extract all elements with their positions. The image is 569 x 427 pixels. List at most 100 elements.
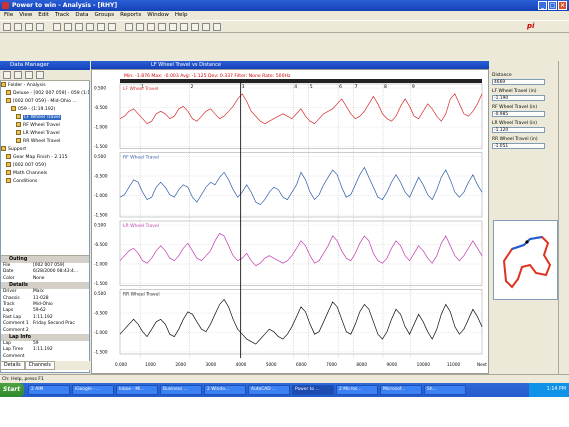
close-button[interactable]: ×	[558, 1, 567, 10]
panel-frame	[119, 289, 483, 355]
panel-frame	[119, 152, 483, 218]
start-button[interactable]: Start	[0, 383, 24, 397]
taskbar-item[interactable]: 2 Windo...	[204, 385, 246, 395]
app-window: Power to win - Analysis - [RHY] _ □ × Fi…	[0, 0, 569, 427]
minimize-button[interactable]: _	[538, 1, 547, 10]
cursor-icon[interactable]	[147, 23, 155, 31]
taskbar-item[interactable]: 2 Micros...	[336, 385, 378, 395]
maximize-button[interactable]: □	[548, 1, 557, 10]
menu-groups[interactable]: Groups	[94, 11, 114, 20]
tree-item[interactable]: [002 007 059] - Mid-Ohio ...	[6, 98, 77, 105]
settings-icon[interactable]	[213, 23, 221, 31]
menu-window[interactable]: Window	[147, 11, 169, 20]
undo-icon[interactable]	[86, 23, 94, 31]
tree-item-label: [002 007 059]	[13, 163, 46, 168]
taskbar-item[interactable]: Business ...	[160, 385, 202, 395]
print-icon[interactable]	[36, 23, 44, 31]
menu-track[interactable]: Track	[55, 11, 69, 20]
segment-label: 2	[191, 84, 194, 90]
zoom-in-icon[interactable]	[97, 23, 105, 31]
tree-item-label: Folder - Analysis	[8, 83, 46, 88]
tree-item[interactable]: Gear Map Finish - 2.115	[6, 154, 68, 161]
taskbar-item[interactable]: Sh...	[424, 385, 466, 395]
tree-item[interactable]: LR Wheel Travel	[16, 130, 60, 137]
tree-item[interactable]: Folder - Analysis	[1, 82, 46, 89]
menu-file[interactable]: File	[4, 11, 13, 20]
tab-channels[interactable]: Channels	[24, 361, 55, 370]
panel-label: LR Wheel Travel	[123, 223, 159, 229]
property-key: Comment	[3, 353, 25, 359]
menu-help[interactable]: Help	[175, 11, 188, 20]
status-bar: Ch: Help, press F1	[0, 374, 569, 383]
cut-icon[interactable]	[53, 23, 61, 31]
menu-edit[interactable]: Edit	[38, 11, 49, 20]
taskbar-item[interactable]: Power to ...	[292, 385, 334, 395]
x-tick-label: 6000	[296, 362, 307, 367]
x-tick-label: 5000	[266, 362, 277, 367]
chart-icon[interactable]	[180, 23, 188, 31]
tree-item[interactable]: Support	[1, 146, 26, 153]
taskbar-item[interactable]: iGoogle - ...	[72, 385, 114, 395]
taskbar-item[interactable]: Microsof...	[380, 385, 422, 395]
panel-label: RF Wheel Travel	[123, 155, 159, 161]
measure-icon[interactable]	[158, 23, 166, 31]
track-map[interactable]	[493, 220, 558, 300]
zoom-fit-icon[interactable]	[125, 23, 133, 31]
tree-item[interactable]: RR Wheel Travel	[16, 138, 60, 145]
tree-item[interactable]: [002 007 059]	[6, 162, 46, 169]
y-tick-label: -1.000	[94, 193, 108, 198]
taskbar-item[interactable]: AutoCAD ...	[248, 385, 290, 395]
x-tick-label: 3000	[206, 362, 217, 367]
overlay-icon[interactable]	[169, 23, 177, 31]
segment-label: 4	[294, 84, 297, 90]
segment-bar	[120, 79, 482, 83]
table-icon[interactable]	[191, 23, 199, 31]
new-icon[interactable]	[3, 23, 11, 31]
taskbar-item[interactable]: 2 AIM	[28, 385, 70, 395]
copy-icon[interactable]	[25, 71, 33, 79]
copy-icon[interactable]	[64, 23, 72, 31]
tree-item[interactable]: Deluxe - [002 007 059] - 059 (1:19.9...	[6, 90, 89, 97]
tree-item[interactable]: Conditions	[6, 178, 37, 185]
menu-reports[interactable]: Reports	[120, 11, 141, 20]
folder-icon	[6, 98, 11, 103]
readout-value: -0.985	[492, 111, 545, 117]
vertical-scrollbar[interactable]	[558, 61, 569, 374]
pan-icon[interactable]	[136, 23, 144, 31]
readout-label: Distance	[492, 73, 512, 78]
tree-item[interactable]: Math Channels	[6, 170, 47, 177]
wheel-travel-chart[interactable]: Min: -1.876 Max: -0.003 Avg: -1.125 Dev:…	[92, 70, 488, 373]
tree-item-label: Conditions	[13, 179, 38, 184]
segment-label: 5	[310, 84, 313, 90]
zoom-out-icon[interactable]	[108, 23, 116, 31]
tree-item[interactable]: RF Wheel Travel	[16, 122, 60, 129]
open-icon[interactable]	[3, 71, 11, 79]
menu-data[interactable]: Data	[75, 11, 88, 20]
folder-icon	[6, 162, 11, 167]
folder-icon	[1, 82, 6, 87]
tree-item[interactable]: LF Wheel Travel	[16, 114, 62, 121]
section-header[interactable]: Lap Info	[1, 334, 89, 341]
tree-item-label: LF Wheel Travel	[23, 115, 62, 120]
y-tick-label: -1.000	[94, 262, 108, 267]
tree-item-label: [002 007 059] - Mid-Ohio ...	[13, 99, 77, 104]
section-header[interactable]: Outing	[1, 256, 89, 263]
refresh-icon[interactable]	[14, 71, 22, 79]
menu-view[interactable]: View	[19, 11, 32, 20]
tree-item[interactable]: 059 - (1:19.192)	[11, 106, 55, 113]
taskbar-item[interactable]: Inbox - Mi...	[116, 385, 158, 395]
app-title: Power to win - Analysis - [RHY]	[12, 2, 118, 9]
tab-details[interactable]: Details	[0, 361, 25, 370]
folder-icon	[6, 178, 11, 183]
chart-window-title: LF Wheel Travel vs Distance	[91, 61, 489, 69]
track-cursor	[525, 240, 529, 244]
delete-icon[interactable]	[36, 71, 44, 79]
open-icon[interactable]	[14, 23, 22, 31]
map-icon[interactable]	[202, 23, 210, 31]
save-icon[interactable]	[25, 23, 33, 31]
data-manager-toolbar	[0, 70, 90, 81]
data-manager-tabs: Details Channels	[0, 361, 90, 370]
paste-icon[interactable]	[75, 23, 83, 31]
segment-label: 8	[384, 84, 387, 90]
chart-area[interactable]: Min: -1.876 Max: -0.003 Avg: -1.125 Dev:…	[91, 69, 489, 374]
